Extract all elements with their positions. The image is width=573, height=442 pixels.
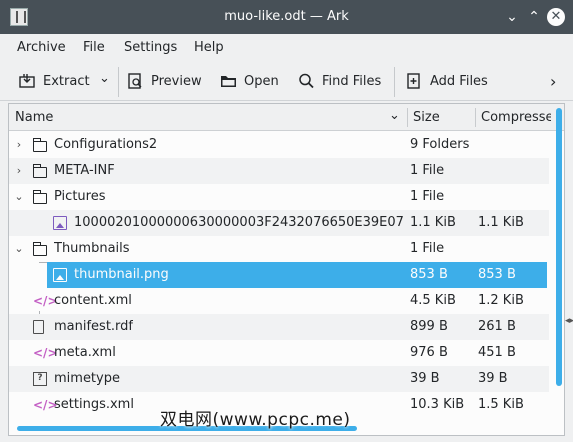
- row-compressed: 39 B: [478, 371, 508, 386]
- tree-row-meta-inf[interactable]: › META-INF 1 File: [9, 158, 549, 184]
- row-compressed: 451 B: [478, 345, 516, 360]
- row-size: 1 File: [410, 189, 445, 204]
- toolbar-overflow-chevron-icon[interactable]: ›: [550, 72, 556, 91]
- row-name: Pictures: [54, 189, 106, 204]
- row-name: mimetype: [54, 371, 120, 386]
- toolbar-separator: [118, 67, 119, 97]
- preview-icon: [127, 73, 145, 89]
- tree-row-picture-file[interactable]: 10000201000000630000003F2432076650E39E07…: [9, 210, 549, 236]
- add-files-label: Add Files: [430, 73, 488, 89]
- row-name: META-INF: [54, 163, 115, 178]
- row-name: thumbnail.png: [74, 267, 169, 282]
- row-name: manifest.rdf: [54, 319, 134, 334]
- menu-archive[interactable]: Archive: [17, 40, 66, 55]
- column-compressed[interactable]: Compresse: [475, 104, 551, 131]
- folder-icon: [32, 242, 47, 256]
- row-size: 976 B: [410, 345, 448, 360]
- image-file-icon: [53, 268, 67, 282]
- row-name: settings.xml: [54, 397, 134, 412]
- toolbar-separator: [394, 67, 395, 97]
- row-size: 10.3 KiB: [410, 397, 465, 412]
- extract-dropdown-chevron-icon[interactable]: ⌄: [99, 71, 110, 86]
- folder-icon: [32, 190, 47, 204]
- row-name: Thumbnails: [54, 241, 130, 256]
- tree-line: [39, 262, 47, 263]
- row-compressed: 1.2 KiB: [478, 293, 524, 308]
- row-compressed: 261 B: [478, 319, 516, 334]
- column-name-label: Name: [15, 110, 54, 125]
- preview-button[interactable]: Preview: [127, 69, 202, 93]
- tree-row-content-xml[interactable]: </> content.xml 4.5 KiB 1.2 KiB: [9, 288, 549, 314]
- unknown-file-icon: ?: [33, 372, 47, 386]
- column-size-label: Size: [413, 110, 440, 125]
- row-size: 853 B: [410, 267, 448, 282]
- extract-icon: [19, 73, 37, 89]
- splitter-handle-icon[interactable]: ◂▸: [565, 316, 573, 326]
- row-size: 9 Folders: [410, 137, 470, 152]
- find-files-button[interactable]: Find Files: [298, 69, 381, 93]
- collapse-chevron-down-icon[interactable]: ⌄: [13, 236, 25, 262]
- row-compressed: 853 B: [478, 267, 516, 282]
- column-size[interactable]: Size: [407, 104, 475, 131]
- maximize-icon[interactable]: ⌃: [525, 8, 543, 26]
- find-files-label: Find Files: [322, 73, 382, 89]
- archive-tree-view[interactable]: Name ⌄ Size Compresse › Configurations2 …: [8, 103, 565, 436]
- row-size: 899 B: [410, 319, 448, 334]
- row-size: 39 B: [410, 371, 440, 386]
- tree-row-meta-xml[interactable]: </> meta.xml 976 B 451 B: [9, 340, 549, 366]
- row-size: 1 File: [410, 163, 445, 178]
- row-size: 1.1 KiB: [410, 215, 456, 230]
- titlebar[interactable]: muo-like.odt — Ark ⌄ ⌃ ✕: [0, 0, 573, 34]
- row-name: meta.xml: [54, 345, 116, 360]
- add-files-button[interactable]: Add Files: [406, 69, 488, 93]
- menu-help[interactable]: Help: [194, 40, 224, 55]
- vertical-scrollbar[interactable]: [556, 108, 562, 386]
- menubar: Archive File Settings Help: [0, 34, 573, 61]
- search-icon: [298, 73, 316, 89]
- folder-open-icon: [220, 73, 238, 89]
- column-name[interactable]: Name: [9, 104, 407, 131]
- column-compressed-label: Compresse: [481, 110, 551, 125]
- menu-file[interactable]: File: [83, 40, 105, 55]
- ark-window: muo-like.odt — Ark ⌄ ⌃ ✕ Archive File Se…: [0, 0, 573, 442]
- open-label: Open: [244, 73, 279, 89]
- row-size: 4.5 KiB: [410, 293, 456, 308]
- row-name: Configurations2: [54, 137, 158, 152]
- tree-row-mimetype[interactable]: ? mimetype 39 B 39 B: [9, 366, 549, 392]
- tree-row-manifest-rdf[interactable]: manifest.rdf 899 B 261 B: [9, 314, 549, 340]
- xml-file-icon: </>: [33, 294, 58, 308]
- watermark: 双电网(www.pcpc.me): [160, 410, 351, 430]
- expand-chevron-right-icon[interactable]: ›: [13, 132, 25, 158]
- folder-icon: [32, 138, 47, 152]
- menu-settings[interactable]: Settings: [124, 40, 177, 55]
- toolbar: Extract ⌄ Preview Open Find Files Add Fi…: [0, 61, 573, 101]
- column-header: Name ⌄ Size Compresse: [9, 104, 564, 131]
- minimize-icon[interactable]: ⌄: [503, 8, 521, 26]
- window-title: muo-like.odt — Ark: [224, 9, 349, 24]
- extract-button[interactable]: Extract: [19, 69, 90, 93]
- close-icon[interactable]: ✕: [547, 8, 565, 26]
- tree-row-thumbnails[interactable]: ⌄ Thumbnails 1 File: [9, 236, 549, 262]
- tree-row-configurations2[interactable]: › Configurations2 9 Folders: [9, 132, 549, 158]
- tree-row-pictures[interactable]: ⌄ Pictures 1 File: [9, 184, 549, 210]
- collapse-chevron-down-icon[interactable]: ⌄: [13, 184, 25, 210]
- sort-chevron-down-icon[interactable]: ⌄: [389, 108, 400, 123]
- xml-file-icon: </>: [33, 398, 58, 412]
- row-name: 10000201000000630000003F2432076650E39E07…: [74, 215, 404, 230]
- document-file-icon: [33, 320, 44, 334]
- row-compressed: 1.1 KiB: [478, 215, 524, 230]
- row-size: 1 File: [410, 241, 445, 256]
- extract-label: Extract: [43, 73, 90, 89]
- folder-icon: [32, 164, 47, 178]
- image-file-icon: [53, 216, 67, 230]
- open-button[interactable]: Open: [220, 69, 279, 93]
- expand-chevron-right-icon[interactable]: ›: [13, 158, 25, 184]
- xml-file-icon: </>: [33, 346, 58, 360]
- preview-label: Preview: [151, 73, 202, 89]
- tree-row-thumbnail-png-selected[interactable]: thumbnail.png 853 B 853 B: [47, 262, 547, 288]
- row-name: content.xml: [54, 293, 132, 308]
- row-compressed: 1.5 KiB: [478, 397, 524, 412]
- add-file-icon: [406, 73, 424, 89]
